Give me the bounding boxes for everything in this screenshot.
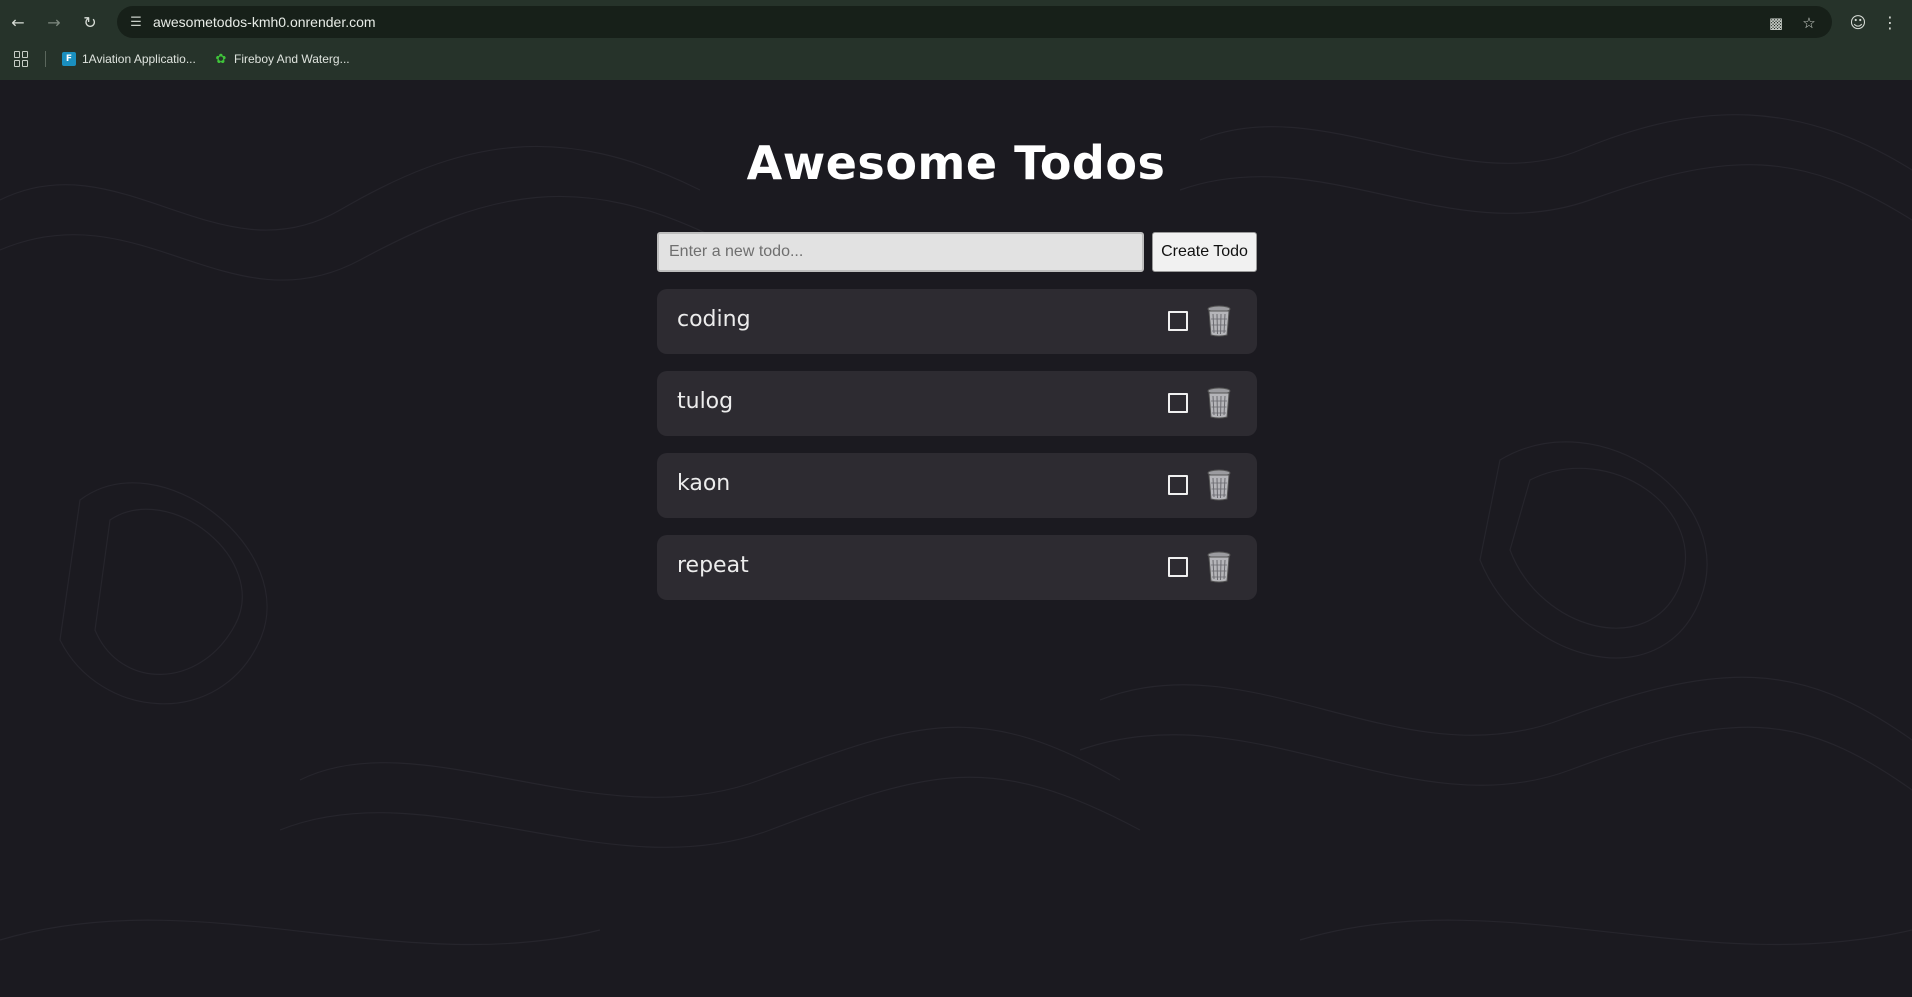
menu-icon[interactable]: ⋮ — [1878, 10, 1902, 34]
trash-icon[interactable] — [1206, 551, 1232, 583]
bookmark-fireboy[interactable]: ✿ Fireboy And Waterg... — [214, 49, 350, 69]
create-todo-button[interactable]: Create Todo — [1152, 232, 1257, 272]
todo-item: kaon — [657, 453, 1257, 518]
todo-text: tulog — [677, 389, 734, 414]
trash-icon[interactable] — [1206, 305, 1232, 337]
game-favicon-icon: ✿ — [215, 51, 227, 67]
bookmark-label: 1Aviation Applicatio... — [82, 52, 196, 66]
todo-text: coding — [677, 307, 751, 332]
site-info-icon[interactable]: ☰ — [127, 13, 145, 31]
bookmarks-bar: F 1Aviation Applicatio... ✿ Fireboy And … — [0, 45, 1912, 73]
todo-complete-checkbox[interactable] — [1168, 393, 1188, 413]
bookmark-label: Fireboy And Waterg... — [234, 52, 350, 66]
page-title: Awesome Todos — [746, 136, 1166, 190]
forward-icon[interactable]: → — [42, 10, 66, 34]
todo-item: tulog — [657, 371, 1257, 436]
url-text[interactable]: awesometodos-kmh0.onrender.com — [153, 14, 376, 30]
profile-icon[interactable]: ☺ — [1846, 10, 1870, 34]
todo-item: coding — [657, 289, 1257, 354]
browser-chrome: ← → ↻ ☰ awesometodos-kmh0.onrender.com ▩… — [0, 0, 1912, 80]
bookmark-separator — [45, 51, 46, 67]
bookmark-aviation[interactable]: F 1Aviation Applicatio... — [62, 49, 196, 69]
todo-text: kaon — [677, 471, 731, 496]
trash-icon[interactable] — [1206, 387, 1232, 419]
todo-list: coding tulog kaon repeat — [657, 289, 1257, 617]
reload-icon[interactable]: ↻ — [78, 10, 102, 34]
todo-item: repeat — [657, 535, 1257, 600]
trash-icon[interactable] — [1206, 469, 1232, 501]
bookmark-star-icon[interactable]: ☆ — [1798, 12, 1820, 34]
todo-complete-checkbox[interactable] — [1168, 557, 1188, 577]
address-bar[interactable]: ☰ awesometodos-kmh0.onrender.com ▩ ☆ — [117, 6, 1832, 38]
new-todo-form: Create Todo — [657, 232, 1257, 272]
back-icon[interactable]: ← — [6, 10, 30, 34]
aviation-favicon-icon: F — [62, 52, 76, 66]
apps-grid-icon[interactable] — [14, 51, 30, 67]
todo-complete-checkbox[interactable] — [1168, 311, 1188, 331]
todo-complete-checkbox[interactable] — [1168, 475, 1188, 495]
todo-text: repeat — [677, 553, 749, 578]
install-app-icon[interactable]: ▩ — [1765, 12, 1787, 34]
browser-toolbar: ← → ↻ ☰ awesometodos-kmh0.onrender.com ▩… — [0, 0, 1912, 43]
page-body: Awesome Todos Create Todo coding tulog — [0, 80, 1912, 997]
new-todo-input[interactable] — [657, 232, 1144, 272]
